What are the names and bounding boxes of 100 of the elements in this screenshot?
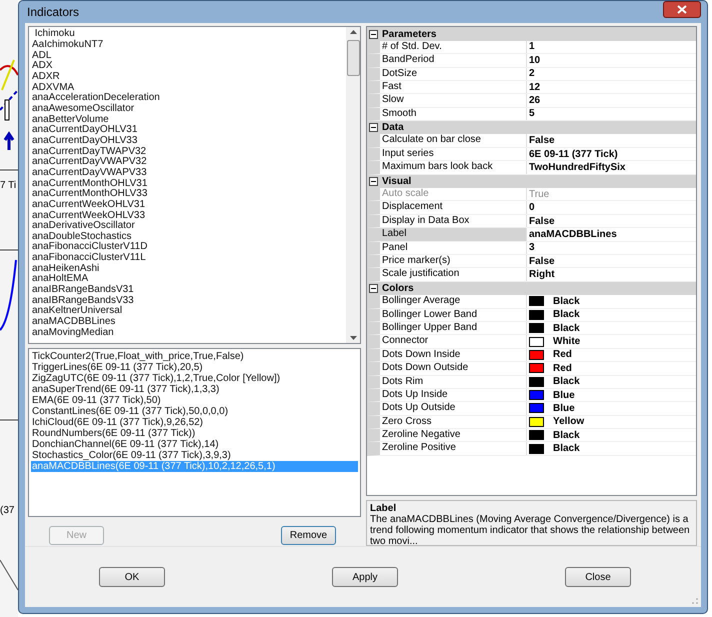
property-value[interactable]: Blue: [553, 390, 575, 401]
property-value[interactable]: Blue: [553, 402, 575, 414]
property-name[interactable]: DotSize: [380, 68, 527, 80]
indicator-item[interactable]: anaDerivativeOscillator: [31, 221, 346, 232]
property-name[interactable]: Bollinger Average: [380, 295, 527, 308]
property-value[interactable]: 5: [529, 108, 535, 120]
property-name[interactable]: Dots Up Outside: [380, 402, 527, 415]
applied-indicator-item[interactable]: Stochastics_Color(6E 09-11 (377 Tick),3,9,3): [31, 450, 358, 462]
indicator-item[interactable]: anaIBRangeBandsV33: [31, 296, 346, 306]
property-value[interactable]: Red: [553, 362, 572, 374]
property-value[interactable]: Black: [553, 296, 580, 307]
applied-indicator-item[interactable]: ZigZagUTC(6E 09-11 (377 Tick),1,2,True,Color [Yellow]): [31, 373, 358, 384]
property-value[interactable]: Right: [529, 269, 555, 280]
property-name[interactable]: Scale justification: [380, 268, 527, 281]
indicator-item[interactable]: Ichimoku: [31, 29, 346, 40]
property-name[interactable]: Fast: [380, 80, 527, 94]
property-value[interactable]: 6E 09-11 (377 Tick): [529, 148, 618, 160]
dialog-button[interactable]: Apply: [332, 567, 398, 588]
property-value[interactable]: False: [529, 216, 555, 227]
property-value[interactable]: False: [529, 256, 555, 267]
applied-indicator-item[interactable]: ConstantLines(6E 09-11 (377 Tick),50,0,0,0): [31, 406, 358, 418]
property-name[interactable]: Slow: [380, 94, 527, 107]
property-name[interactable]: Dots Rim: [380, 376, 527, 388]
property-name[interactable]: Dots Down Outside: [380, 362, 527, 375]
indicator-item[interactable]: ADL: [31, 50, 346, 62]
indicator-item[interactable]: anaCurrentMonthOHLV33: [31, 189, 346, 200]
applied-indicator-item[interactable]: TickCounter2(True,Float_with_price,True,False): [31, 351, 358, 362]
property-value[interactable]: 1: [529, 41, 535, 52]
property-name[interactable]: Display in Data Box: [380, 214, 527, 228]
indicator-item[interactable]: ADXVMA: [31, 82, 346, 94]
scroll-thumb[interactable]: [346, 40, 360, 76]
indicator-item[interactable]: anaCurrentWeekOHLV31: [31, 200, 346, 211]
indicator-item[interactable]: AaIchimokuNT7: [31, 40, 346, 51]
property-value[interactable]: 10: [529, 54, 540, 66]
property-value[interactable]: anaMACDBBLines: [529, 228, 617, 240]
applied-indicator-item[interactable]: anaSuperTrend(6E 09-11 (377 Tick),1,3,3): [31, 384, 358, 396]
property-value[interactable]: 0: [529, 202, 535, 214]
property-name[interactable]: Bollinger Upper Band: [380, 322, 527, 334]
indicator-item[interactable]: anaCurrentMonthOHLV31: [31, 178, 346, 190]
property-name[interactable]: Price marker(s): [380, 255, 527, 268]
property-name[interactable]: Input series: [380, 148, 527, 160]
property-name[interactable]: Panel: [380, 242, 527, 254]
property-value[interactable]: 12: [529, 82, 540, 93]
property-name[interactable]: Smooth: [380, 108, 527, 120]
indicator-item[interactable]: anaKeltnerUniversal: [31, 306, 346, 318]
property-value[interactable]: Black: [553, 376, 580, 388]
property-name[interactable]: Zero Cross: [380, 416, 527, 428]
property-name[interactable]: Calculate on bar close: [380, 134, 527, 147]
dialog-button[interactable]: OK: [99, 567, 165, 588]
property-name[interactable]: Label: [380, 228, 527, 241]
property-name[interactable]: Zeroline Positive: [380, 442, 527, 455]
indicator-item[interactable]: anaFibonacciClusterV11D: [31, 242, 346, 254]
indicator-item[interactable]: anaHeikenAshi: [31, 264, 346, 274]
indicator-item[interactable]: anaMovingMedian: [31, 328, 346, 338]
indicator-item[interactable]: anaCurrentDayOHLV33: [31, 136, 346, 147]
scrollbar[interactable]: [346, 27, 360, 344]
property-value[interactable]: 2: [529, 68, 535, 80]
indicator-item[interactable]: ADX: [31, 61, 346, 72]
indicator-item[interactable]: anaCurrentDayVWAPV33: [31, 168, 346, 179]
indicator-item[interactable]: anaCurrentDayTWAPV32: [31, 146, 346, 158]
close-button[interactable]: [663, 0, 701, 18]
property-value[interactable]: Red: [553, 349, 572, 360]
indicator-item[interactable]: anaDoubleStochastics: [31, 232, 346, 242]
scroll-down-icon[interactable]: [350, 336, 356, 340]
property-value[interactable]: 3: [529, 242, 535, 254]
property-name[interactable]: Maximum bars look back: [380, 161, 527, 174]
property-name[interactable]: Displacement: [380, 201, 527, 214]
property-value[interactable]: Yellow: [553, 416, 584, 428]
property-name[interactable]: Zeroline Negative: [380, 429, 527, 442]
indicator-item[interactable]: anaHoltEMA: [31, 274, 346, 286]
property-value[interactable]: False: [529, 135, 555, 146]
list-button[interactable]: Remove: [281, 526, 336, 546]
indicator-item[interactable]: anaAccelerationDeceleration: [31, 93, 346, 104]
property-name[interactable]: Dots Down Inside: [380, 348, 527, 362]
applied-indicator-item[interactable]: TriggerLines(6E 09-11 (377 Tick),20,5): [31, 362, 358, 374]
property-name[interactable]: # of Std. Dev.: [380, 40, 527, 54]
indicator-item[interactable]: anaCurrentDayOHLV31: [31, 125, 346, 136]
applied-indicator-item[interactable]: IchiCloud(6E 09-11 (377 Tick),9,26,52): [31, 417, 358, 428]
property-value[interactable]: 26: [529, 95, 540, 106]
property-value[interactable]: Black: [553, 309, 580, 320]
applied-indicator-item[interactable]: RoundNumbers(6E 09-11 (377 Tick)): [31, 428, 358, 440]
indicator-item[interactable]: anaAwesomeOscillator: [31, 104, 346, 115]
applied-indicator-item[interactable]: EMA(6E 09-11 (377 Tick),50): [31, 395, 358, 406]
property-name[interactable]: Dots Up Inside: [380, 388, 527, 402]
property-name[interactable]: BandPeriod: [380, 54, 527, 67]
indicator-item[interactable]: anaCurrentWeekOHLV33: [31, 210, 346, 222]
property-value[interactable]: TwoHundredFiftySix: [529, 162, 626, 173]
applied-indicator-item[interactable]: DonchianChannel(6E 09-11 (377 Tick),14): [31, 439, 358, 450]
property-value[interactable]: Black: [553, 322, 580, 334]
indicator-item[interactable]: ADXR: [31, 72, 346, 83]
collapse-icon[interactable]: [369, 176, 378, 186]
property-value[interactable]: Black: [553, 443, 580, 454]
resize-grip-icon[interactable]: [691, 597, 699, 605]
indicator-item[interactable]: anaBetterVolume: [31, 114, 346, 126]
collapse-icon[interactable]: [369, 284, 378, 293]
property-name[interactable]: Connector: [380, 335, 527, 348]
indicator-item[interactable]: anaCurrentDayVWAPV32: [31, 157, 346, 168]
property-value[interactable]: Black: [553, 430, 580, 441]
collapse-icon[interactable]: [369, 30, 378, 39]
scroll-up-icon[interactable]: [350, 30, 356, 34]
